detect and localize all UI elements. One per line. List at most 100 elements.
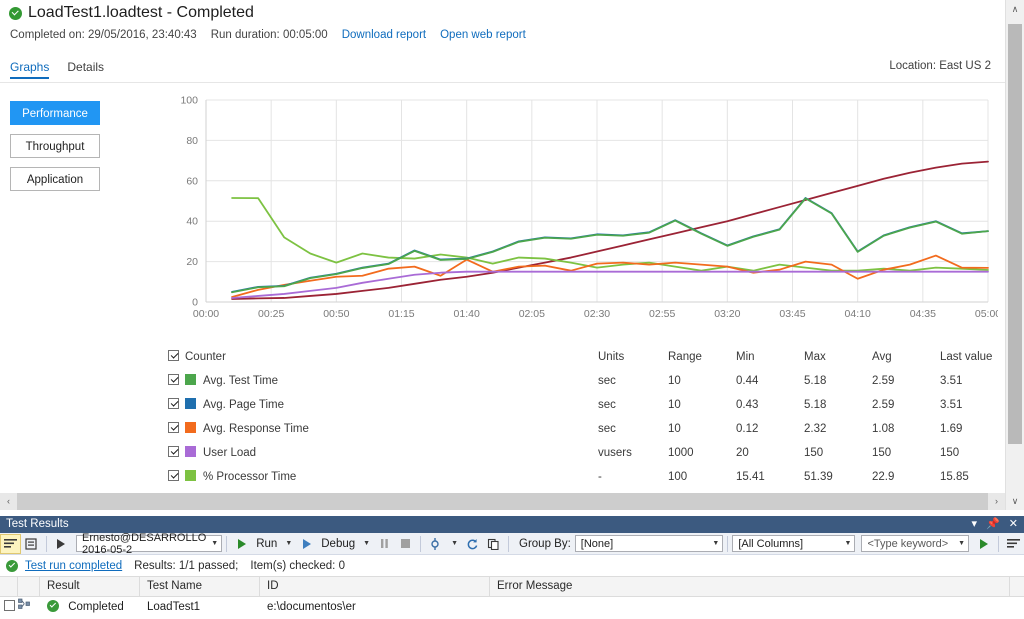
panel-pin-icon[interactable]: 📌 — [986, 517, 1000, 530]
columns-combo[interactable]: [All Columns] ▼ — [732, 535, 856, 552]
run-all-icon[interactable] — [51, 534, 72, 554]
vertical-scrollbar[interactable]: ∧ ∨ — [1005, 0, 1024, 510]
svg-text:60: 60 — [186, 175, 198, 187]
search-run-icon[interactable] — [973, 534, 994, 554]
legend-max: 5.18 — [804, 374, 827, 387]
legend-range: 10 — [668, 422, 681, 435]
legend-last-value: 1.69 — [940, 422, 963, 435]
test-results-grid: Result Test Name ID Error Message Comple… — [0, 576, 1024, 619]
table-row[interactable]: Completed LoadTest1 e:\documentos\er — [0, 597, 1024, 617]
svg-text:03:45: 03:45 — [779, 308, 805, 320]
legend-max: 5.18 — [804, 398, 827, 411]
run-icon[interactable] — [231, 534, 252, 554]
grid-header-error-message[interactable]: Error Message — [490, 577, 1010, 596]
result-check-circle-icon — [47, 600, 59, 612]
legend-counter-cell: Avg. Page Time — [168, 393, 598, 417]
svg-text:02:55: 02:55 — [649, 308, 675, 320]
debug-glyph — [303, 538, 312, 549]
graph-category-buttons: Performance Throughput Application — [10, 101, 102, 200]
legend-checkbox[interactable] — [168, 398, 179, 409]
legend-checkbox[interactable] — [168, 446, 179, 457]
download-report-link[interactable]: Download report — [342, 29, 426, 41]
scroll-down-icon[interactable]: ∨ — [1006, 492, 1024, 510]
row-id: e:\documentos\er — [267, 601, 356, 613]
copy-icon[interactable] — [483, 534, 504, 554]
panel-close-icon[interactable]: ✕ — [1009, 517, 1018, 530]
group-by-icon[interactable] — [0, 533, 21, 554]
toolbar-separator — [46, 535, 47, 552]
row-checkbox[interactable] — [4, 600, 15, 611]
legend-range: 10 — [668, 374, 681, 387]
debug-chevron-down-icon: ▼ — [363, 540, 371, 547]
group-by-combo[interactable]: [None] ▼ — [574, 535, 724, 552]
list-icon[interactable] — [1003, 534, 1024, 554]
svg-text:05:00: 05:00 — [975, 308, 998, 320]
copy-glyph — [487, 538, 499, 550]
horizontal-scrollbar[interactable]: ‹ › — [0, 493, 1005, 510]
columns-value: [All Columns] — [738, 537, 804, 550]
svg-text:02:05: 02:05 — [519, 308, 545, 320]
pause-glyph — [381, 539, 388, 548]
legend-min: 15.41 — [736, 470, 765, 483]
toolbar-separator-2 — [226, 535, 228, 552]
status-check-circle-icon — [6, 559, 18, 572]
grid-header-result[interactable]: Result — [40, 577, 140, 596]
legend-checkbox[interactable] — [168, 470, 179, 481]
run-button-label: Run — [256, 537, 278, 550]
throughput-button[interactable]: Throughput — [10, 134, 100, 158]
legend-min: 0.43 — [736, 398, 759, 411]
grid-header-checkbox-col — [0, 577, 18, 596]
legend-counter-name: % Processor Time — [203, 471, 297, 483]
scroll-up-icon[interactable]: ∧ — [1006, 0, 1024, 18]
test-hierarchy-icon — [18, 598, 30, 609]
tab-graphs[interactable]: Graphs — [10, 60, 50, 79]
run-summary: Completed on: 29/05/2016, 23:40:43 Run d… — [10, 29, 526, 41]
debug-button-label: Debug — [321, 537, 356, 550]
legend-range: 10 — [668, 398, 681, 411]
session-combo[interactable]: Ernesto@DESARROLLO 2016-05-2 ▼ — [76, 532, 223, 556]
load-test-document: LoadTest1.loadtest - Completed Completed… — [0, 0, 1005, 493]
scroll-left-icon[interactable]: ‹ — [0, 493, 17, 510]
legend-min: 0.44 — [736, 374, 759, 387]
settings-chevron-down-icon[interactable]: ▼ — [451, 540, 458, 547]
debug-icon[interactable] — [296, 534, 317, 554]
run-button[interactable]: Run ▼ — [256, 538, 292, 550]
results-passed-text: Results: 1/1 passed; — [134, 559, 239, 572]
grid-header-id[interactable]: ID — [260, 577, 490, 596]
refresh-icon[interactable] — [462, 534, 483, 554]
legend-counter-name: Counter — [185, 351, 226, 363]
pause-icon[interactable] — [374, 534, 395, 554]
legend-min: 20 — [736, 446, 749, 459]
application-button[interactable]: Application — [10, 167, 100, 191]
svg-text:00:25: 00:25 — [258, 308, 284, 320]
legend-row: User Load vusers 1000 20 150 150 150 — [168, 441, 1005, 465]
performance-chart[interactable]: 0 20 40 60 80 100 00:00 00:25 00:50 01:15 01:40 02:… — [168, 92, 998, 328]
grid-header-test-name[interactable]: Test Name — [140, 577, 260, 596]
stop-icon[interactable] — [395, 534, 416, 554]
test-run-completed-link[interactable]: Test run completed — [25, 560, 122, 572]
legend-checkbox[interactable] — [168, 422, 179, 433]
playlist-icon[interactable] — [21, 534, 42, 554]
panel-dropdown-icon[interactable]: ▾ — [972, 517, 978, 530]
open-web-report-link[interactable]: Open web report — [440, 29, 526, 41]
grid-header-row: Result Test Name ID Error Message — [0, 576, 1024, 597]
legend-checkbox[interactable] — [168, 350, 179, 361]
legend-min: Min — [736, 350, 755, 363]
counter-legend-table: Counter Units Range Min Max Avg Last value Avg.… — [168, 345, 998, 489]
legend-row: Avg. Page Time sec 10 0.43 5.18 2.59 3.51 — [168, 393, 1005, 417]
legend-avg: Avg — [872, 350, 892, 363]
keyword-search-input[interactable]: <Type keyword> ▼ — [861, 535, 970, 552]
legend-last-value: Last value — [940, 350, 993, 363]
legend-last-value: 3.51 — [940, 398, 963, 411]
group-by-value: [None] — [580, 537, 614, 550]
tab-details[interactable]: Details — [67, 60, 104, 77]
legend-units: vusers — [598, 446, 632, 459]
performance-button[interactable]: Performance — [10, 101, 100, 125]
debug-button[interactable]: Debug ▼ — [321, 538, 370, 550]
settings-icon[interactable] — [425, 534, 446, 554]
search-run-glyph — [980, 538, 989, 549]
vertical-scrollbar-thumb[interactable] — [1008, 24, 1022, 444]
legend-last-value: 150 — [940, 446, 960, 459]
legend-checkbox[interactable] — [168, 374, 179, 385]
scroll-right-icon[interactable]: › — [988, 493, 1005, 510]
